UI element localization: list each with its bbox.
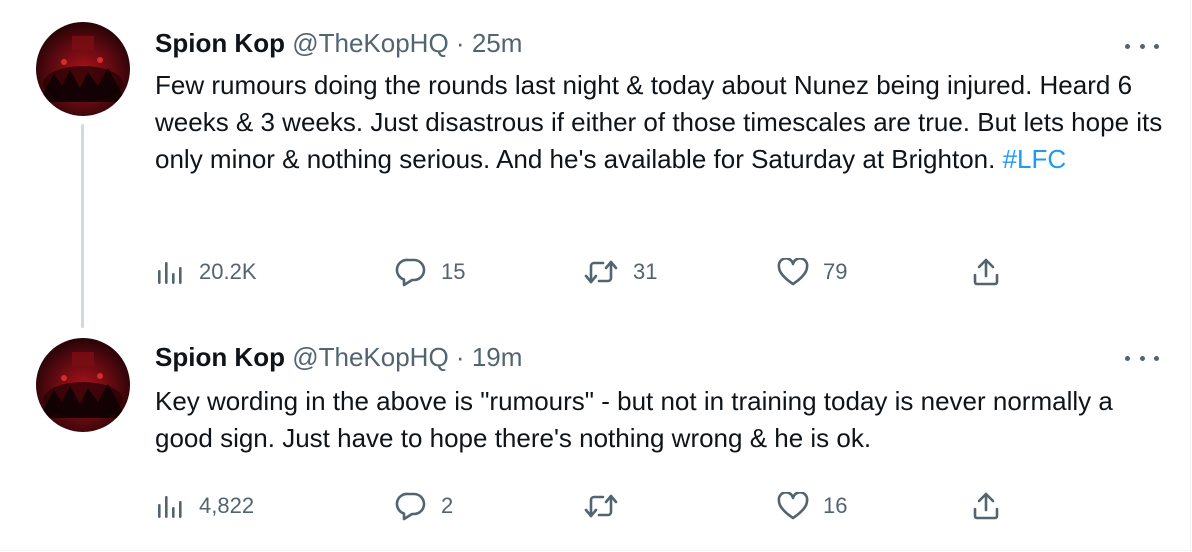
hashtag-link[interactable]: #LFC: [1003, 144, 1067, 174]
share-button[interactable]: [971, 490, 1001, 522]
action-bar: 20.2K 15 31 79: [155, 256, 1055, 288]
action-bar: 4,822 2 16: [155, 490, 1055, 522]
like-icon: [777, 258, 809, 286]
timestamp[interactable]: 19m: [472, 342, 523, 372]
reply-button[interactable]: 2: [395, 490, 453, 522]
retweet-count: 31: [633, 259, 658, 284]
tweet[interactable]: Spion Kop @TheKopHQ · 25m Few rumours do…: [0, 0, 1192, 330]
user-handle[interactable]: @TheKopHQ: [292, 28, 448, 58]
tweet-text: Few rumours doing the rounds last night …: [155, 67, 1170, 178]
like-icon: [777, 492, 809, 520]
share-button[interactable]: [971, 256, 1001, 288]
tweet-body: Key wording in the above is "rumours" - …: [155, 386, 1121, 453]
views-icon: [158, 496, 182, 518]
reply-count: 2: [441, 493, 454, 518]
display-name[interactable]: Spion Kop: [155, 342, 285, 372]
more-icon[interactable]: [1125, 348, 1159, 368]
retweet-button[interactable]: [583, 490, 633, 522]
display-name[interactable]: Spion Kop: [155, 28, 285, 58]
timestamp[interactable]: 25m: [472, 28, 523, 58]
tweet-header: Spion Kop @TheKopHQ · 19m: [155, 341, 522, 373]
like-count: 16: [823, 493, 848, 518]
separator-dot: ·: [455, 28, 465, 58]
separator-dot: ·: [455, 342, 465, 372]
user-handle[interactable]: @TheKopHQ: [292, 342, 448, 372]
views-icon: [158, 262, 182, 284]
tweet-text: Key wording in the above is "rumours" - …: [155, 383, 1170, 457]
share-icon: [973, 258, 999, 286]
like-button[interactable]: 16: [777, 490, 847, 522]
tweet-header: Spion Kop @TheKopHQ · 25m: [155, 27, 522, 59]
reply-icon: [395, 258, 426, 287]
views-count: 4,822: [199, 493, 255, 518]
avatar[interactable]: [36, 22, 130, 116]
views-count: 20.2K: [199, 259, 257, 284]
retweet-icon: [584, 494, 618, 518]
like-button[interactable]: 79: [777, 256, 847, 288]
like-count: 79: [823, 259, 848, 284]
tweet[interactable]: Spion Kop @TheKopHQ · 19m Key wording in…: [0, 330, 1192, 552]
share-icon: [973, 492, 999, 520]
views-button[interactable]: 4,822: [155, 490, 254, 522]
retweet-button[interactable]: 31: [583, 256, 657, 288]
reply-count: 15: [441, 259, 466, 284]
views-button[interactable]: 20.2K: [155, 256, 257, 288]
reply-icon: [395, 492, 426, 521]
more-icon[interactable]: [1125, 36, 1159, 56]
avatar[interactable]: [36, 338, 130, 432]
reply-button[interactable]: 15: [395, 256, 465, 288]
retweet-icon: [584, 260, 618, 284]
